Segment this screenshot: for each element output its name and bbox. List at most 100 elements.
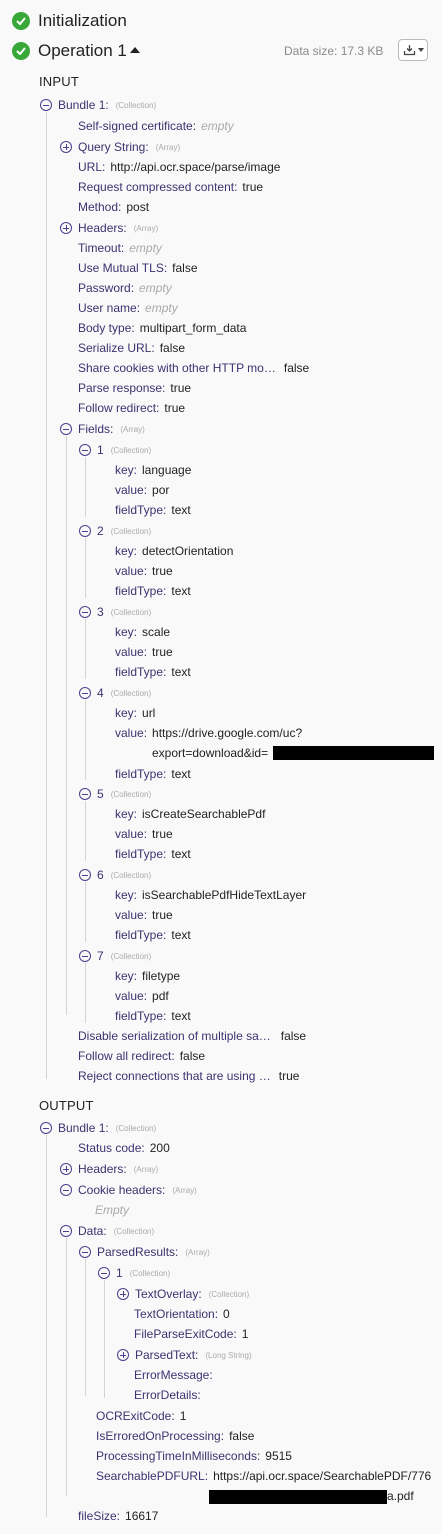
check-circle-icon <box>12 12 30 30</box>
output-section-label: OUTPUT <box>39 1098 94 1113</box>
cookie-headers-row[interactable]: Cookie headers: (Array) <box>60 1180 197 1200</box>
parse-response-row: Parse response: true <box>78 381 192 395</box>
minus-circle-icon[interactable] <box>60 1225 72 1237</box>
file-parse-exit-row: FileParseExitCode: 1 <box>134 1327 249 1341</box>
output-bundle-row[interactable]: Bundle 1: (Collection) <box>40 1118 156 1138</box>
field-item-3[interactable]: 3 (Collection) <box>79 602 151 622</box>
download-icon <box>403 45 415 56</box>
minus-circle-icon[interactable] <box>79 606 91 618</box>
check-circle-icon <box>12 42 30 60</box>
caret-up-icon[interactable] <box>130 47 140 53</box>
mutual-tls-row: Use Mutual TLS: false <box>78 261 198 275</box>
redaction-block <box>273 746 434 760</box>
text-orientation-row: TextOrientation: 0 <box>134 1307 230 1321</box>
headers-row[interactable]: Headers: (Array) <box>60 218 158 238</box>
chevron-down-icon <box>417 48 424 52</box>
field-4-value-cont: export=download&id= <box>152 746 269 760</box>
field-7-key: key: filetype <box>115 969 181 983</box>
minus-circle-icon[interactable] <box>79 869 91 881</box>
searchable-pdf-row: SearchablePDFURL: https://api.ocr.space/S… <box>96 1469 432 1483</box>
field-1-value: value: por <box>115 483 170 497</box>
method-row: Method: post <box>78 200 150 214</box>
field-7-value: value: pdf <box>115 989 169 1003</box>
error-details-row: ErrorDetails: <box>134 1388 201 1402</box>
parsed-results-row[interactable]: ParsedResults: (Array) <box>79 1242 210 1262</box>
field-3-key: key: scale <box>115 625 171 639</box>
download-button[interactable] <box>398 39 428 61</box>
input-bundle-row[interactable]: Bundle 1: (Collection) <box>40 95 156 115</box>
password-row: Password: empty <box>78 281 172 295</box>
field-item-2[interactable]: 2 (Collection) <box>79 521 151 541</box>
plus-circle-icon[interactable] <box>60 222 72 234</box>
self-signed-row: Self-signed certificate: empty <box>78 119 234 133</box>
field-item-7[interactable]: 7 (Collection) <box>79 946 151 966</box>
field-item-4[interactable]: 4 (Collection) <box>79 683 151 703</box>
field-3-type: fieldType: text <box>115 665 191 679</box>
minus-circle-icon[interactable] <box>40 1122 52 1134</box>
minus-circle-icon[interactable] <box>79 444 91 456</box>
plus-circle-icon[interactable] <box>60 141 72 153</box>
data-size-label: Data size: 17.3 KB <box>284 44 384 58</box>
disable-serialization-row: Disable serialization of multiple sa… fal… <box>78 1029 307 1043</box>
operation-title[interactable]: Operation 1 <box>38 41 127 61</box>
field-2-value: value: true <box>115 564 173 578</box>
is-errored-row: IsErroredOnProcessing: false <box>96 1429 255 1443</box>
output-headers-row[interactable]: Headers: (Array) <box>60 1159 158 1179</box>
redaction-block <box>209 1490 387 1504</box>
minus-circle-icon[interactable] <box>79 950 91 962</box>
plus-circle-icon[interactable] <box>60 1163 72 1175</box>
ocr-exit-row: OCRExitCode: 1 <box>96 1409 187 1423</box>
field-4-value: value: https://drive.google.com/uc? <box>115 726 303 740</box>
field-item-6[interactable]: 6 (Collection) <box>79 865 151 885</box>
field-6-type: fieldType: text <box>115 928 191 942</box>
field-item-1[interactable]: 1 (Collection) <box>79 440 151 460</box>
processing-time-row: ProcessingTimeInMilliseconds: 9515 <box>96 1449 292 1463</box>
plus-circle-icon[interactable] <box>117 1288 129 1300</box>
minus-circle-icon[interactable] <box>79 687 91 699</box>
data-row[interactable]: Data: (Collection) <box>60 1221 154 1241</box>
initialization-title[interactable]: Initialization <box>38 11 127 31</box>
field-5-key: key: isCreateSearchablePdf <box>115 807 266 821</box>
plus-circle-icon[interactable] <box>117 1349 129 1361</box>
error-message-row: ErrorMessage: <box>134 1368 213 1382</box>
follow-all-redirect-row: Follow all redirect: false <box>78 1049 206 1063</box>
minus-circle-icon[interactable] <box>98 1267 110 1279</box>
serialize-url-row: Serialize URL: false <box>78 341 186 355</box>
field-3-value: value: true <box>115 645 173 659</box>
field-5-value: value: true <box>115 827 173 841</box>
field-1-key: key: language <box>115 463 192 477</box>
field-6-value: value: true <box>115 908 173 922</box>
minus-circle-icon[interactable] <box>79 1246 91 1258</box>
field-2-type: fieldType: text <box>115 584 191 598</box>
field-1-type: fieldType: text <box>115 503 191 517</box>
field-7-type: fieldType: text <box>115 1009 191 1023</box>
minus-circle-icon[interactable] <box>79 525 91 537</box>
fields-row[interactable]: Fields: (Array) <box>60 419 145 439</box>
compressed-row: Request compressed content: true <box>78 180 264 194</box>
url-row: URL: http://api.ocr.space/parse/image <box>78 160 281 174</box>
follow-redirect-row: Follow redirect: true <box>78 401 186 415</box>
field-4-key: key: url <box>115 706 156 720</box>
body-type-row: Body type: multipart_form_data <box>78 321 247 335</box>
field-4-type: fieldType: text <box>115 767 191 781</box>
field-item-5[interactable]: 5 (Collection) <box>79 784 151 804</box>
timeout-row: Timeout: empty <box>78 241 162 255</box>
input-section-label: INPUT <box>39 74 79 89</box>
username-row: User name: empty <box>78 301 178 315</box>
result-1-row[interactable]: 1 (Collection) <box>98 1263 170 1283</box>
share-cookies-row: Share cookies with other HTTP mo… false <box>78 361 310 375</box>
field-2-key: key: detectOrientation <box>115 544 234 558</box>
field-5-type: fieldType: text <box>115 847 191 861</box>
parsed-text-row[interactable]: ParsedText: (Long String) <box>117 1345 252 1365</box>
status-code-row: Status code: 200 <box>78 1141 170 1155</box>
minus-circle-icon[interactable] <box>40 99 52 111</box>
reject-connections-row: Reject connections that are using … true <box>78 1069 300 1083</box>
query-string-row[interactable]: Query String: (Array) <box>60 137 180 157</box>
minus-circle-icon[interactable] <box>79 788 91 800</box>
searchable-pdf-cont: a.pdf <box>387 1489 414 1503</box>
cookie-headers-empty: Empty <box>95 1203 130 1217</box>
text-overlay-row[interactable]: TextOverlay: (Collection) <box>117 1284 249 1304</box>
minus-circle-icon[interactable] <box>60 423 72 435</box>
minus-circle-icon[interactable] <box>60 1184 72 1196</box>
file-size-row: fileSize: 16617 <box>78 1509 159 1523</box>
